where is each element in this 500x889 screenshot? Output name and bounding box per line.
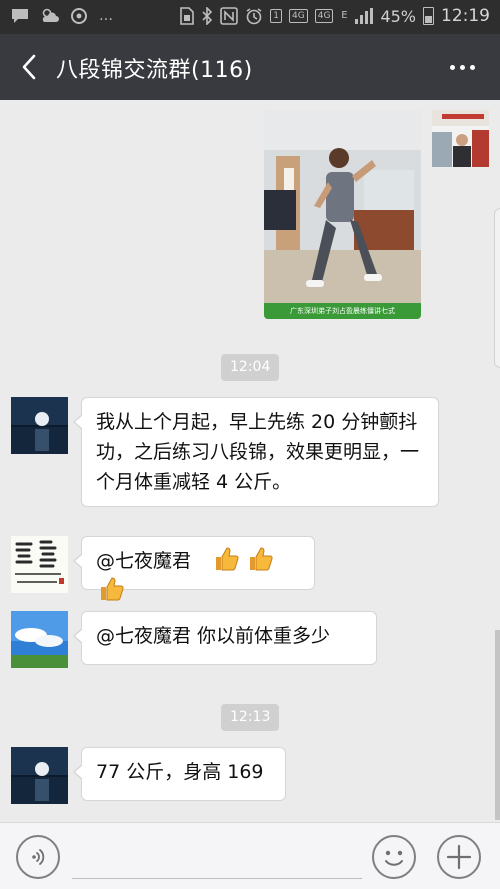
photo-image (264, 110, 421, 319)
edge-panel-handle[interactable] (494, 208, 500, 368)
input-bar (0, 822, 500, 889)
more-dot (469, 64, 475, 70)
nfc-icon (220, 7, 239, 25)
network-e-label: E (341, 10, 348, 21)
plus-button[interactable] (437, 835, 481, 879)
more-dots-icon (449, 64, 455, 70)
sim-icon (180, 7, 195, 25)
battery-icon (423, 7, 434, 25)
photo-message[interactable]: 广东深圳弟子刘占盈晨练僵讲七式 (264, 110, 421, 319)
more-dot (459, 64, 465, 70)
message-bubble[interactable]: @七夜魔君 (73, 536, 315, 601)
sync-icon (71, 8, 87, 24)
smiley-icon (385, 850, 403, 866)
voice-button[interactable] (16, 835, 60, 879)
timestamp: 12:04 (221, 354, 280, 381)
status-bar-notifications: … (10, 7, 115, 25)
plus-icon (446, 844, 472, 870)
voice-icon (32, 849, 45, 865)
sender-avatar[interactable] (11, 747, 68, 804)
status-bar: … 1 4G 4G E 45% 12:19 (0, 0, 500, 34)
notification-badge: 1 (270, 9, 283, 23)
clock: 12:19 (441, 6, 490, 26)
network-4g-label-2: 4G (314, 9, 334, 23)
message-bubble[interactable]: 77 公斤，身高 169 (73, 747, 286, 801)
sender-avatar[interactable] (11, 536, 68, 593)
bluetooth-icon (202, 7, 213, 25)
message-bubble[interactable]: @七夜魔君 你以前体重多少 (73, 611, 377, 665)
mention-text: @七夜魔君 (96, 550, 192, 572)
chat-notification-icon (12, 9, 28, 23)
signal-icon (355, 8, 374, 24)
sender-avatar[interactable] (11, 397, 68, 454)
avatar-image (11, 536, 68, 593)
message-bubble[interactable]: 我从上个月起，早上先练 20 分钟颤抖功，之后练习八段锦，效果更明显，一个月体重… (73, 397, 439, 507)
weather-icon (42, 8, 59, 22)
scrollbar[interactable] (495, 630, 500, 820)
chat-header: 八段锦交流群(116) (0, 34, 500, 100)
alarm-icon (246, 8, 262, 25)
photo-caption: 广东深圳弟子刘占盈晨练僵讲七式 (264, 303, 421, 319)
status-bar-system: 1 4G 4G E 45% 12:19 (180, 6, 490, 26)
timestamp: 12:13 (221, 704, 280, 731)
avatar-image (432, 110, 489, 167)
more-notifications-icon: … (99, 8, 113, 24)
thumbs-up-icon (216, 547, 239, 571)
more-button[interactable] (442, 52, 482, 82)
back-button[interactable] (10, 48, 48, 86)
my-avatar[interactable] (432, 110, 489, 167)
avatar-image (11, 747, 68, 804)
avatar-image (11, 611, 68, 668)
thumbs-up-icon (250, 547, 273, 571)
sender-avatar[interactable] (11, 611, 68, 668)
thumbs-up-icon (101, 577, 124, 601)
chat-title: 八段锦交流群(116) (56, 58, 253, 83)
avatar-image (11, 397, 68, 454)
network-4g-label: 4G (289, 9, 308, 23)
chevron-left-icon (22, 54, 36, 80)
battery-percent: 45% (380, 6, 416, 26)
emoji-button[interactable] (372, 835, 416, 879)
message-input[interactable] (72, 837, 362, 879)
